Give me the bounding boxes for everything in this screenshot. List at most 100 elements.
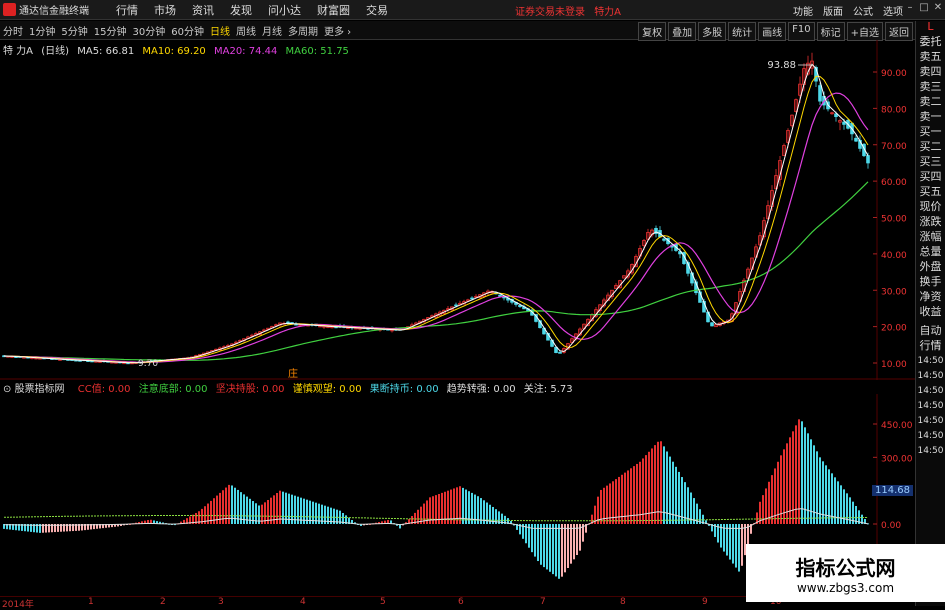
stock-name-title: 特力A: [594, 7, 622, 18]
indicator-bars: [3, 419, 869, 579]
indicator-bar: [729, 524, 731, 560]
sidebar-item[interactable]: 卖四: [916, 66, 945, 81]
indicator-bar: [561, 524, 563, 577]
sidebar-item[interactable]: 委托: [916, 36, 945, 51]
sidebar-item[interactable]: 收益: [916, 306, 945, 321]
indicator-bar: [540, 524, 542, 565]
watermark-title: 指标公式网: [795, 555, 896, 580]
menu-item-wenxiaoda[interactable]: 问小达: [268, 2, 301, 18]
sidebar-time: 14:50: [917, 431, 944, 441]
period-more[interactable]: 更多 ›: [321, 23, 354, 38]
sidebar-item[interactable]: 涨跌: [916, 216, 945, 231]
sidebar-item[interactable]: L: [916, 21, 945, 36]
period-60min[interactable]: 60分钟: [168, 23, 207, 38]
period-month[interactable]: 月线: [259, 23, 285, 38]
sidebar-time: 14:50: [917, 371, 944, 381]
biaoji-button[interactable]: 标记: [816, 22, 845, 41]
price-tick-label: 90.00: [881, 69, 907, 79]
candle-body: [710, 322, 714, 327]
right-menu: 功能 版面 公式 选项: [793, 3, 903, 18]
candle-body: [818, 85, 822, 102]
menu-item-faxian[interactable]: 发现: [230, 2, 252, 18]
period-bar: 分时 1分钟 5分钟 15分钟 30分钟 60分钟 日线 周线 月线 多周期 更…: [0, 21, 915, 41]
sidebar-time: 14:50: [917, 401, 944, 411]
period-30min[interactable]: 30分钟: [129, 23, 168, 38]
window-controls: – □ ✕: [905, 2, 943, 13]
sidebar-item[interactable]: 买三: [916, 156, 945, 171]
period-fenshi[interactable]: 分时: [0, 23, 26, 38]
indicator-bar: [549, 524, 551, 572]
indicator-bar: [732, 524, 734, 564]
period-1min[interactable]: 1分钟: [26, 23, 58, 38]
indicator-axis: 450.00300.00150.000.00: [873, 421, 913, 531]
ind-tick-label: 0.00: [881, 521, 901, 531]
sidebar-item[interactable]: 卖三: [916, 81, 945, 96]
menu-item-shichang[interactable]: 市场: [154, 2, 176, 18]
login-hint-text: 证券交易未登录: [515, 7, 585, 18]
sidebar-item[interactable]: 外盘: [916, 261, 945, 276]
sidebar-item[interactable]: 涨幅: [916, 231, 945, 246]
kline-chart[interactable]: 90.00 80.00 70.00 60.00 50.00 40.00 30.00 20.00…: [0, 40, 915, 380]
sidebar-item[interactable]: 买五: [916, 186, 945, 201]
add-favorite-button[interactable]: +自选: [846, 22, 883, 41]
menu-item-hangqing[interactable]: 行情: [116, 2, 138, 18]
period-5min[interactable]: 5分钟: [58, 23, 90, 38]
fuquan-button[interactable]: 复权: [638, 22, 667, 41]
indicator-value-tag: 114.68: [872, 485, 913, 496]
f10-button[interactable]: F10: [788, 22, 815, 41]
sidebar-time: 14:50: [917, 356, 944, 366]
xaxis-label: 4: [300, 597, 306, 607]
sidebar-item[interactable]: 自动: [916, 325, 945, 340]
sidebar-item[interactable]: 买二: [916, 141, 945, 156]
menu-item-zixun[interactable]: 资讯: [192, 2, 214, 18]
sidebar-item[interactable]: 现价: [916, 201, 945, 216]
candle-body: [866, 155, 870, 164]
maximize-icon[interactable]: □: [919, 2, 929, 13]
menu-gongshi[interactable]: 公式: [853, 3, 873, 18]
period-15min[interactable]: 15分钟: [91, 23, 130, 38]
sidebar-item[interactable]: 行情: [916, 340, 945, 355]
close-icon[interactable]: ✕: [933, 2, 943, 13]
back-button[interactable]: 返回: [885, 22, 913, 41]
price-tick-label: 50.00: [881, 215, 907, 225]
menu-xuanxiang[interactable]: 选项: [883, 3, 903, 18]
candle-body: [518, 304, 522, 308]
watermark: 指标公式网 www.zbgs3.com: [746, 544, 945, 602]
indicator-bar: [537, 524, 539, 562]
ma10-line: [3, 75, 869, 364]
sidebar-item[interactable]: 卖一: [916, 111, 945, 126]
indicator-legend: ⊙ 股票指标网 CC值: 0.00 注意底部: 0.00 坚决持股: 0.00 …: [3, 380, 578, 395]
indicator-bar: [741, 524, 743, 566]
event-marker: 庄: [288, 367, 298, 380]
quote-sidebar: L 委托 卖五 卖四 卖三 卖二 卖一 买一 买二 买三 买四 买五 现价 涨跌…: [915, 21, 945, 606]
tongji-button[interactable]: 统计: [728, 22, 757, 41]
xaxis-label: 8: [620, 597, 626, 607]
period-day[interactable]: 日线: [207, 23, 233, 38]
minimize-icon[interactable]: –: [905, 2, 915, 13]
sidebar-time: 14:50: [917, 446, 944, 456]
sidebar-item[interactable]: 净资: [916, 291, 945, 306]
sidebar-item[interactable]: 卖五: [916, 51, 945, 66]
logo-icon: [3, 3, 16, 16]
menu-gongneng[interactable]: 功能: [793, 3, 813, 18]
period-more-label: 更多: [323, 26, 344, 38]
indicator-bar: [570, 524, 572, 564]
sidebar-item[interactable]: 换手: [916, 276, 945, 291]
diejia-button[interactable]: 叠加: [668, 22, 697, 41]
indicator-bar: [546, 524, 548, 570]
sidebar-item[interactable]: 买四: [916, 171, 945, 186]
chart-toolbar: 复权 叠加 多股 统计 画线 F10 标记 +自选 返回: [638, 22, 913, 41]
sidebar-item[interactable]: 总量: [916, 246, 945, 261]
huaxian-button[interactable]: 画线: [758, 22, 787, 41]
menu-item-caifuquan[interactable]: 财富圈: [317, 2, 350, 18]
sidebar-item[interactable]: 买一: [916, 126, 945, 141]
menu-item-jiaoyi[interactable]: 交易: [366, 2, 388, 18]
login-hint[interactable]: 证券交易未登录 特力A: [515, 3, 621, 18]
menu-banmian[interactable]: 版面: [823, 3, 843, 18]
period-week[interactable]: 周线: [233, 23, 259, 38]
duogu-button[interactable]: 多股: [698, 22, 727, 41]
ma20-line: [3, 92, 869, 363]
period-multi[interactable]: 多周期: [285, 23, 321, 38]
candle-body: [558, 351, 562, 354]
sidebar-item[interactable]: 卖二: [916, 96, 945, 111]
